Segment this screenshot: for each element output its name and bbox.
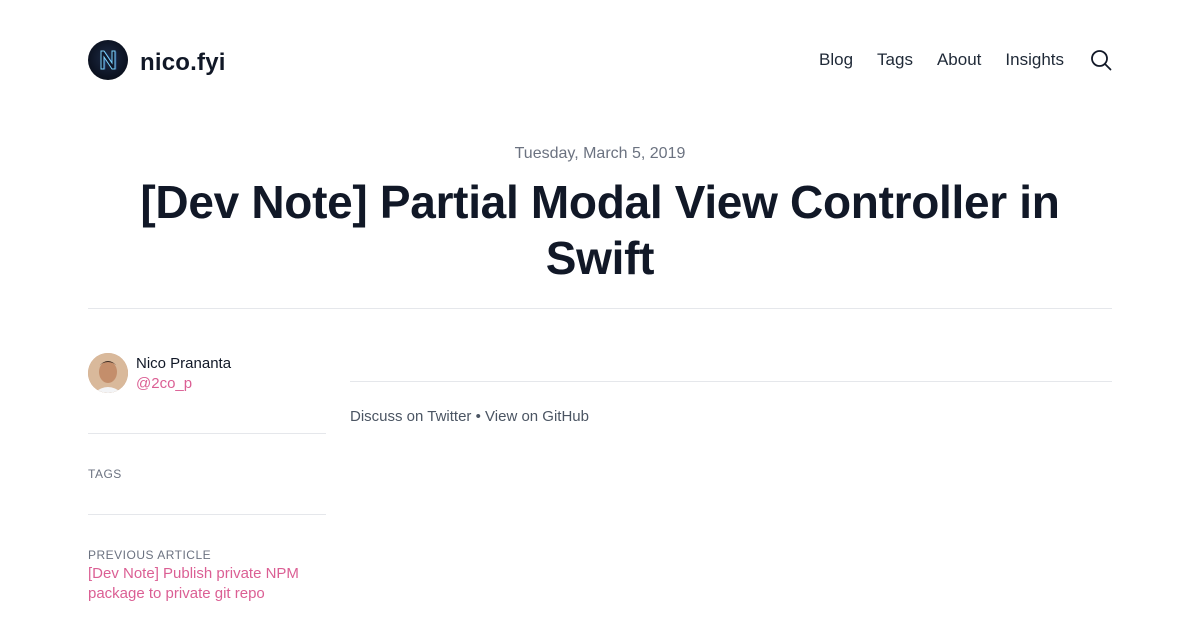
search-icon[interactable]	[1090, 49, 1112, 71]
site-logo[interactable]	[88, 40, 128, 80]
post-title: [Dev Note] Partial Modal View Controller…	[140, 176, 1060, 284]
discuss-on-twitter-link[interactable]: Discuss on Twitter	[350, 408, 471, 425]
author-handle-link[interactable]: @2co_p	[136, 375, 192, 392]
nav-insights[interactable]: Insights	[1005, 50, 1064, 70]
previous-article-label: PREVIOUS ARTICLE	[88, 548, 212, 562]
avatar	[88, 353, 128, 393]
discuss-row: Discuss on Twitter • View on GitHub	[350, 408, 589, 425]
author-name: Nico Prananta	[136, 355, 232, 372]
view-on-github-link[interactable]: View on GitHub	[485, 408, 589, 425]
title-divider	[88, 308, 1112, 309]
site-name[interactable]: nico.fyi	[140, 49, 226, 77]
previous-article-link[interactable]: [Dev Note] Publish private NPM package t…	[88, 564, 326, 604]
nav-blog[interactable]: Blog	[819, 50, 853, 70]
link-separator: •	[471, 408, 486, 425]
sidebar-divider-1	[88, 433, 326, 434]
nav-tags[interactable]: Tags	[877, 50, 913, 70]
site-header: nico.fyi Blog Tags About Insights	[88, 40, 1112, 80]
nav-about[interactable]: About	[937, 50, 981, 70]
brand[interactable]: nico.fyi	[88, 40, 226, 80]
tags-label: TAGS	[88, 467, 122, 481]
sidebar-divider-2	[88, 514, 326, 515]
content-divider	[350, 381, 1112, 382]
post-date: Tuesday, March 5, 2019	[514, 145, 686, 162]
main-nav: Blog Tags About Insights	[795, 49, 1112, 71]
